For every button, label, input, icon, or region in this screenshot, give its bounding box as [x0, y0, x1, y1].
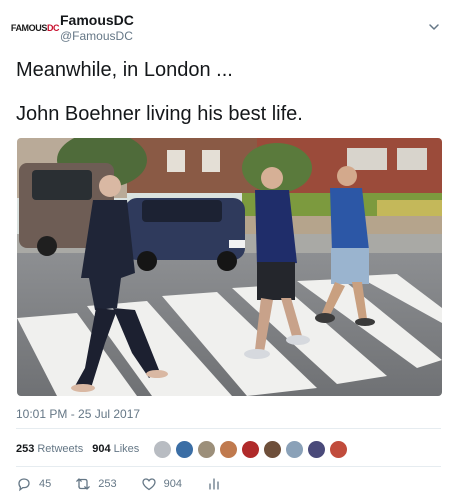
reply-count: 45: [39, 478, 52, 490]
tweet-text-line: John Boehner living his best life.: [16, 103, 303, 125]
divider: [16, 428, 441, 429]
retweets-count[interactable]: 253: [16, 443, 34, 455]
user-handle[interactable]: @FamousDC: [60, 29, 134, 44]
tweet-text-line: Meanwhile, in London ...: [16, 59, 233, 81]
retweet-count: 253: [98, 478, 117, 490]
retweets-label[interactable]: Retweets: [37, 443, 83, 455]
analytics-icon: [209, 478, 219, 490]
avatar[interactable]: FAMOUSDC: [11, 12, 60, 44]
liker-avatar[interactable]: [241, 439, 261, 459]
street-crossing-photo: [17, 138, 442, 396]
liker-avatar[interactable]: [197, 439, 217, 459]
likes-label[interactable]: Likes: [114, 443, 140, 455]
engagement-stats: 253 Retweets 904 Likes: [16, 438, 351, 460]
liker-avatar[interactable]: [329, 439, 349, 459]
analytics-button[interactable]: [206, 476, 222, 492]
liker-avatar[interactable]: [153, 439, 173, 459]
like-count: 904: [163, 478, 182, 490]
retweet-icon: [76, 478, 91, 490]
like-button[interactable]: 904: [141, 476, 182, 492]
heart-icon: [141, 478, 156, 491]
liker-avatar[interactable]: [307, 439, 327, 459]
liker-avatar[interactable]: [219, 439, 239, 459]
retweet-button[interactable]: 253: [75, 476, 117, 492]
tweet-text: Meanwhile, in London ... John Boehner li…: [16, 58, 436, 126]
famousdc-logo: FAMOUSDC: [10, 23, 60, 33]
liker-avatar[interactable]: [263, 439, 283, 459]
tweet-actions: 45 253 904: [16, 474, 222, 494]
account-names: FamousDC @FamousDC: [60, 12, 134, 44]
likers-avatars: [153, 439, 351, 459]
liker-avatar[interactable]: [175, 439, 195, 459]
divider: [16, 466, 441, 467]
liker-avatar[interactable]: [285, 439, 305, 459]
tweet-header: FAMOUSDC FamousDC @FamousDC: [11, 10, 441, 46]
tweet-photo[interactable]: [17, 138, 442, 396]
likes-count[interactable]: 904: [92, 443, 110, 455]
reply-button[interactable]: 45: [16, 476, 51, 492]
reply-icon: [18, 478, 30, 492]
tweet-timestamp[interactable]: 10:01 PM - 25 Jul 2017: [16, 407, 140, 421]
chevron-down-icon[interactable]: [427, 20, 441, 34]
display-name[interactable]: FamousDC: [60, 12, 134, 29]
